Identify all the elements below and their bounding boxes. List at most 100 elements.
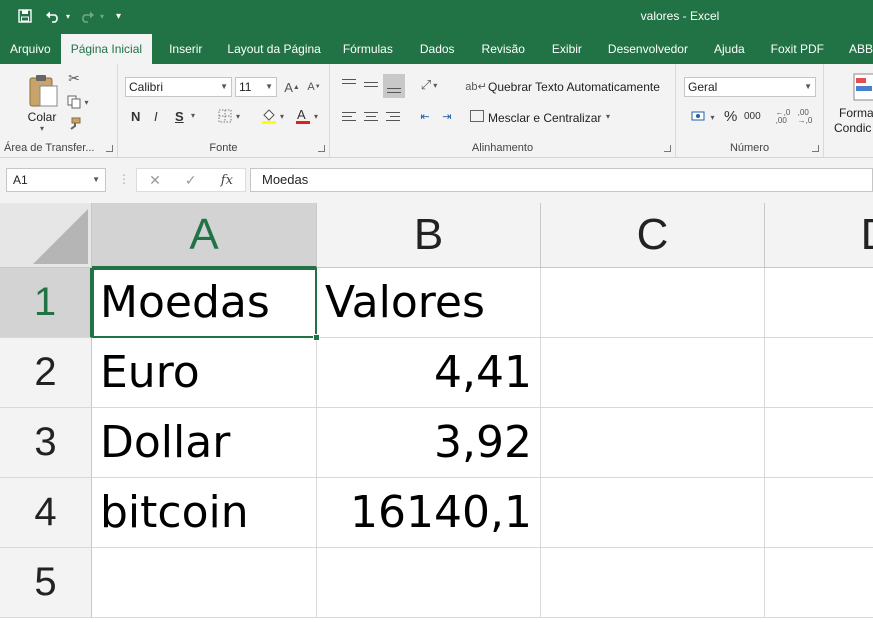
cell-d3[interactable] — [765, 408, 873, 478]
increase-font-icon[interactable]: A ▲ — [282, 77, 302, 97]
tab-desenvolvedor[interactable]: Desenvolvedor — [595, 33, 701, 64]
format-painter-icon[interactable] — [66, 116, 82, 132]
cell-c3[interactable] — [541, 408, 765, 478]
font-size-select[interactable]: 11 ▼ — [235, 77, 277, 97]
cell-d4[interactable] — [765, 478, 873, 548]
enter-icon[interactable]: ✓ — [185, 172, 197, 189]
paste-icon — [29, 75, 58, 107]
column-header-b[interactable]: B — [317, 203, 541, 268]
tab-revisao[interactable]: Revisão — [468, 33, 539, 64]
font-color-icon[interactable]: A ▾ — [291, 106, 321, 126]
insert-function-icon[interactable]: fx — [221, 173, 233, 188]
align-center-icon[interactable] — [364, 110, 380, 124]
cell-c5[interactable] — [541, 548, 765, 618]
copy-icon[interactable]: ▾ — [66, 94, 90, 110]
ribbon-tabs: Arquivo Página Inicial Inserir Layout da… — [0, 33, 873, 64]
name-box[interactable]: A1 ▼ — [6, 168, 106, 192]
fill-handle[interactable] — [313, 334, 320, 341]
cell-a2[interactable]: Euro — [92, 338, 317, 408]
italic-button[interactable]: I — [154, 109, 158, 124]
percent-button[interactable]: % — [724, 108, 737, 125]
align-middle-icon[interactable] — [364, 78, 380, 92]
decrease-font-icon[interactable]: A ▼ — [304, 77, 324, 97]
column-header-c[interactable]: C — [541, 203, 765, 268]
row-header-2[interactable]: 2 — [0, 338, 92, 408]
clipboard-group: Colar ▾ ✂ ▾ Área de Transfer... — [0, 64, 118, 158]
decrease-decimal-icon[interactable]: ,00 →,0 — [796, 108, 814, 126]
number-format-select[interactable]: Geral ▼ — [684, 77, 816, 97]
title-bar: ▾ ▾ ▾ valores - Excel — [0, 0, 873, 33]
cell-d2[interactable] — [765, 338, 873, 408]
row-header-1[interactable]: 1 — [0, 268, 92, 338]
cancel-icon[interactable]: ✕ — [149, 172, 161, 189]
wrap-text-icon: ab↵ — [465, 80, 487, 93]
tab-layout-da-pagina[interactable]: Layout da Página — [219, 33, 328, 64]
thousands-button[interactable]: 000 — [744, 111, 761, 122]
tab-ajuda[interactable]: Ajuda — [701, 33, 758, 64]
cell-b2[interactable]: 4,41 — [317, 338, 541, 408]
cell-b5[interactable] — [317, 548, 541, 618]
formula-input[interactable]: Moedas — [250, 168, 873, 192]
tab-dados[interactable]: Dados — [407, 33, 468, 64]
underline-button[interactable]: S — [175, 109, 184, 124]
tab-abbyy[interactable]: ABBYY — [837, 33, 873, 64]
select-all-button[interactable] — [0, 203, 92, 268]
cell-d1[interactable] — [765, 268, 873, 338]
accounting-format-icon[interactable]: ▾ — [688, 108, 718, 126]
bold-button[interactable]: N — [131, 109, 140, 124]
tab-pagina-inicial[interactable]: Página Inicial — [60, 34, 153, 64]
merge-center-button[interactable]: Mesclar e Centralizar — [488, 111, 601, 125]
align-right-icon[interactable] — [386, 110, 402, 124]
cell-a5[interactable] — [92, 548, 317, 618]
increase-decimal-icon[interactable]: ←,0,00 — [774, 108, 792, 126]
cut-icon[interactable]: ✂ — [66, 70, 82, 86]
select-all-triangle-icon — [33, 209, 88, 264]
cell-b1[interactable]: Valores — [317, 268, 541, 338]
wrap-text-button[interactable]: Quebrar Texto Automaticamente — [488, 80, 660, 94]
cell-a1[interactable]: Moedas — [92, 268, 317, 338]
number-launcher-icon[interactable] — [812, 145, 819, 152]
clipboard-launcher-icon[interactable] — [106, 145, 113, 152]
cell-a4[interactable]: bitcoin — [92, 478, 317, 548]
tab-foxit-pdf[interactable]: Foxit PDF — [758, 33, 837, 64]
column-header-d[interactable]: D — [765, 203, 873, 268]
decrease-indent-icon[interactable]: ⇤ — [416, 108, 434, 124]
tab-exibir[interactable]: Exibir — [539, 33, 595, 64]
cell-c4[interactable] — [541, 478, 765, 548]
formula-bar-divider-icon: ⋮ — [118, 172, 130, 186]
chevron-down-icon: ▼ — [220, 82, 228, 91]
column-header-a[interactable]: A — [92, 203, 317, 268]
tab-formulas[interactable]: Fórmulas — [329, 33, 407, 64]
font-group-label: Fonte — [209, 142, 238, 154]
tab-inserir[interactable]: Inserir — [152, 33, 219, 64]
cell-d5[interactable] — [765, 548, 873, 618]
font-launcher-icon[interactable] — [318, 145, 325, 152]
fill-color-icon[interactable]: ▾ — [257, 106, 287, 126]
cell-a3[interactable]: Dollar — [92, 408, 317, 478]
chevron-down-icon: ▼ — [804, 82, 812, 91]
cell-b4[interactable]: 16140,1 — [317, 478, 541, 548]
row-header-3[interactable]: 3 — [0, 408, 92, 478]
increase-indent-icon[interactable]: ⇥ — [438, 108, 456, 124]
align-bottom-icon[interactable] — [383, 74, 405, 98]
merge-dropdown-icon[interactable]: ▾ — [606, 112, 610, 121]
cell-b3[interactable]: 3,92 — [317, 408, 541, 478]
borders-icon[interactable]: ▾ — [214, 108, 244, 124]
row-header-5[interactable]: 5 — [0, 548, 92, 618]
cell-c1[interactable] — [541, 268, 765, 338]
alignment-launcher-icon[interactable] — [664, 145, 671, 152]
alignment-group: ⤢ ▾ ab↵ Quebrar Texto Automaticamente ⇤ ⇥… — [330, 64, 676, 158]
cell-c2[interactable] — [541, 338, 765, 408]
conditional-formatting-button[interactable]: Forma Condic — [830, 70, 873, 140]
orientation-icon[interactable]: ⤢ ▾ — [416, 76, 442, 94]
font-group: Calibri ▼ 11 ▼ A ▲ A ▼ N I S ▾ ▾ ▾ A ▾ Fonte — [118, 64, 330, 158]
align-left-icon[interactable] — [342, 110, 358, 124]
font-name-select[interactable]: Calibri ▼ — [125, 77, 232, 97]
underline-dropdown-icon[interactable]: ▾ — [191, 111, 195, 120]
row-header-4[interactable]: 4 — [0, 478, 92, 548]
number-group-label: Número — [729, 142, 770, 154]
align-top-icon[interactable] — [342, 78, 358, 92]
paste-button[interactable]: Colar ▾ — [22, 70, 62, 136]
tab-arquivo[interactable]: Arquivo — [0, 33, 61, 64]
paste-dropdown-icon: ▾ — [39, 124, 44, 133]
